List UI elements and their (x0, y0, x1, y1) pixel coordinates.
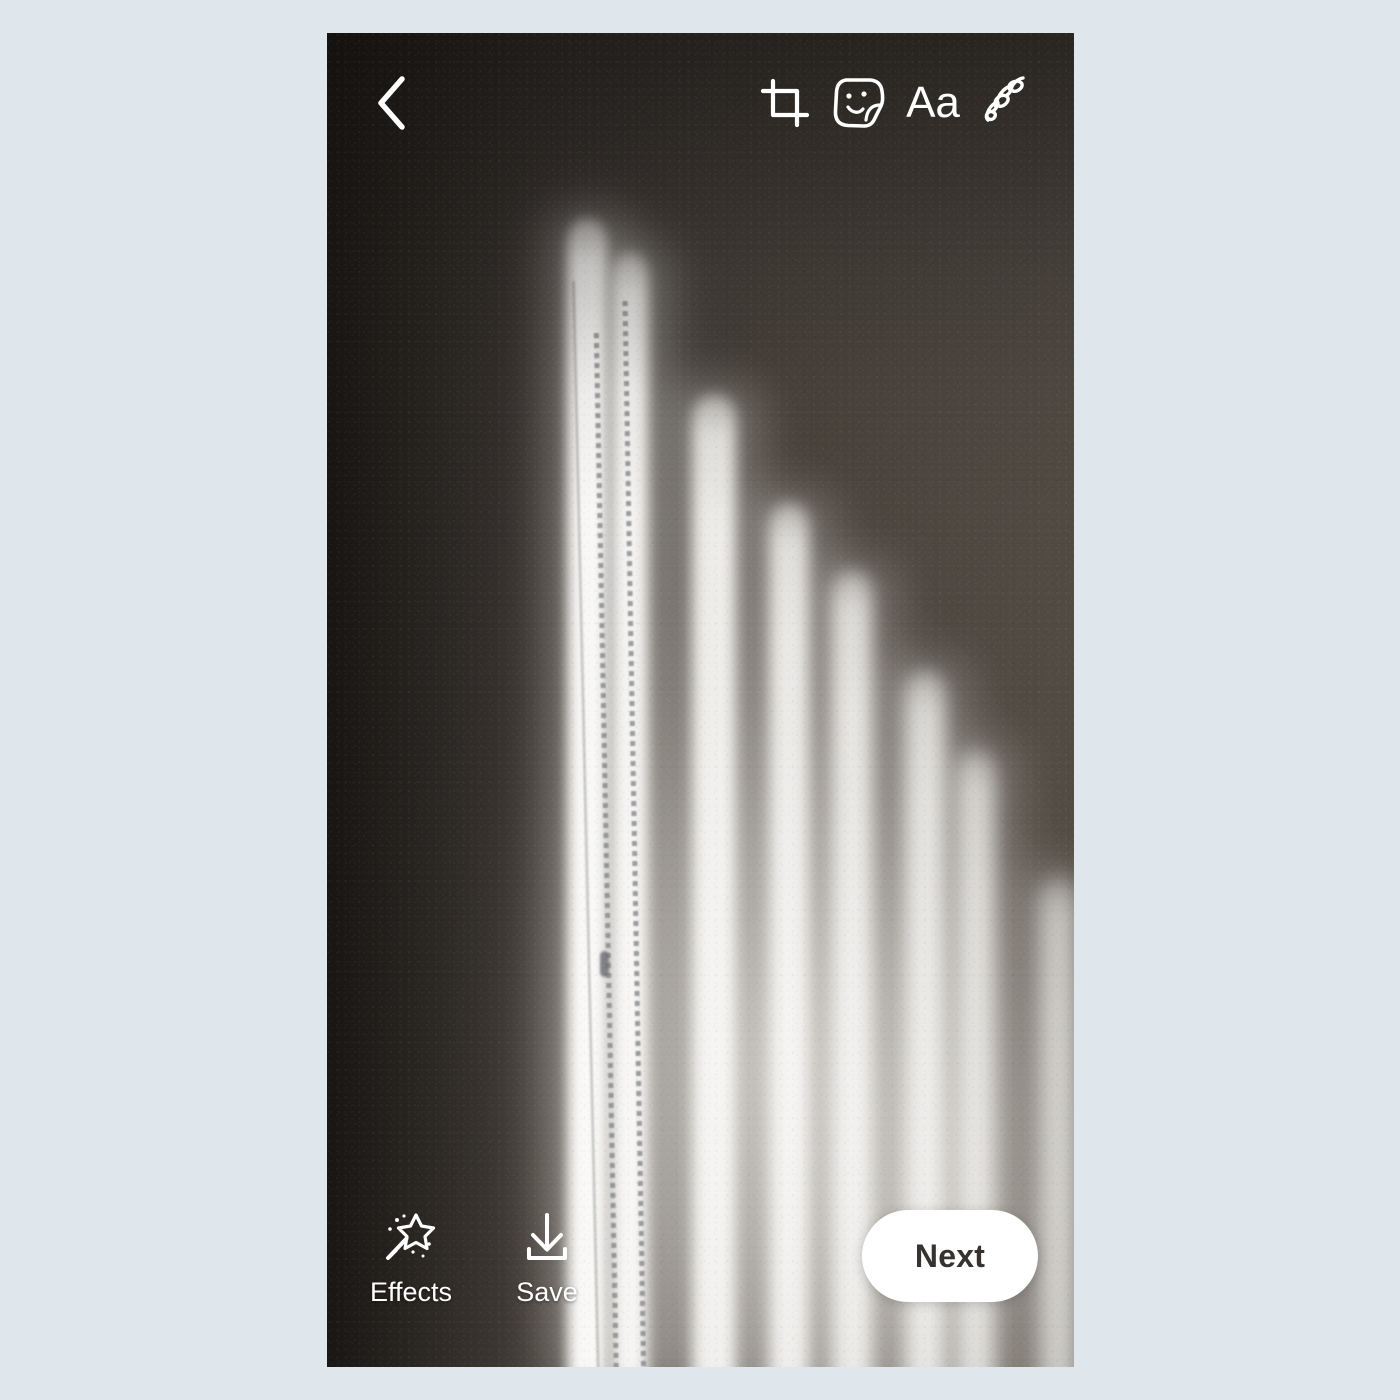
save-label: Save (516, 1276, 578, 1307)
text-tool-button[interactable]: Aa (896, 66, 970, 140)
effects-label: Effects (369, 1276, 453, 1307)
download-icon (527, 1212, 567, 1260)
text-tool-label: Aa (906, 78, 960, 127)
save-button[interactable]: Save (499, 1211, 595, 1306)
scribble-icon (984, 76, 1025, 122)
editor-bottom-bar: Effects Save Next (327, 1177, 1074, 1367)
bottom-actions: Effects Save (363, 1211, 595, 1306)
magic-wand-icon (386, 1212, 436, 1260)
effects-button[interactable]: Effects (363, 1211, 459, 1306)
photo-preview (327, 33, 1074, 1367)
next-button[interactable]: Next (862, 1210, 1038, 1302)
editor-toolbar: Aa (327, 33, 1074, 173)
back-button[interactable] (355, 67, 427, 139)
crop-tool-button[interactable] (748, 66, 822, 140)
app-root: Aa Effects Save Next (0, 0, 1400, 1400)
next-button-label: Next (914, 1237, 986, 1274)
photo-editor-canvas[interactable]: Aa Effects Save Next (327, 33, 1074, 1367)
sticker-tool-button[interactable] (822, 66, 896, 140)
sticker-icon (833, 78, 885, 128)
draw-tool-button[interactable] (970, 66, 1044, 140)
crop-icon (760, 78, 810, 128)
wall-top-shadow (327, 33, 1074, 1367)
chevron-left-icon (378, 76, 405, 130)
